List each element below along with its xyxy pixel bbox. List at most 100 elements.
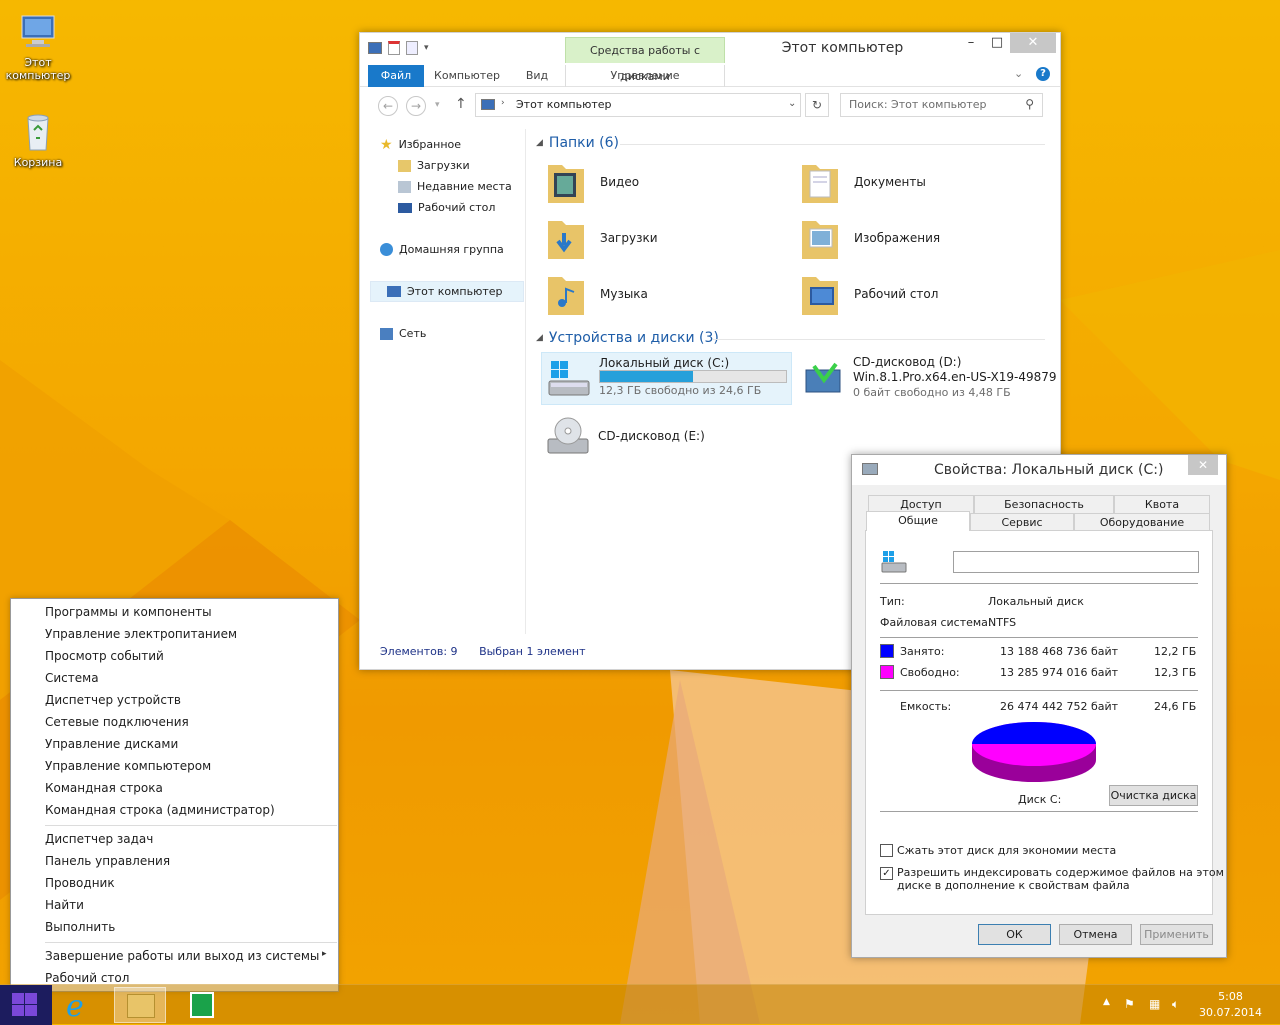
taskbar-file-explorer[interactable]	[114, 987, 166, 1023]
menu-item-system[interactable]: Система	[45, 667, 99, 689]
volume-name-input[interactable]	[953, 551, 1199, 573]
folder-label: Видео	[600, 175, 640, 189]
menu-item-control-panel[interactable]: Панель управления	[45, 850, 170, 872]
menu-item-command-prompt[interactable]: Командная строка	[45, 777, 163, 799]
tab-general[interactable]: Общие	[866, 511, 970, 531]
menu-item-command-prompt-admin[interactable]: Командная строка (администратор)	[45, 799, 275, 821]
properties-icon[interactable]	[388, 41, 400, 55]
submenu-arrow-icon: ▸	[322, 949, 327, 959]
taskbar-store[interactable]	[176, 987, 228, 1023]
music-folder-icon	[548, 277, 584, 315]
forward-button[interactable]: →	[406, 96, 426, 116]
recent-places-icon	[398, 180, 411, 193]
downloads-icon	[398, 159, 411, 172]
tab-service[interactable]: Сервис	[970, 513, 1074, 531]
folders-group-header[interactable]: ◢ Папки (6)	[536, 133, 619, 153]
tab-computer[interactable]: Компьютер	[430, 65, 504, 87]
ok-button[interactable]: ОК	[978, 924, 1051, 945]
network-icon[interactable]: ▦	[1149, 997, 1160, 1011]
recent-locations-icon[interactable]: ▾	[435, 100, 440, 110]
breadcrumb-chevron-icon[interactable]: ›	[501, 98, 505, 108]
free-bytes: 13 285 974 016 байт	[1000, 666, 1119, 679]
tab-file[interactable]: Файл	[368, 65, 424, 87]
nav-label: Избранное	[398, 138, 462, 151]
desktop-icon-recycle-bin[interactable]: Корзина	[0, 110, 76, 169]
menu-item-device-manager[interactable]: Диспетчер устройств	[45, 689, 181, 711]
show-hidden-icons[interactable]: ▲	[1103, 997, 1110, 1007]
nav-item-downloads[interactable]: Загрузки	[398, 155, 470, 176]
tab-view[interactable]: Вид	[514, 65, 560, 87]
folder-pictures[interactable]: Изображения	[800, 215, 940, 261]
drive-e[interactable]: CD-дисковод (E:)	[541, 411, 792, 461]
apply-button[interactable]: Применить	[1140, 924, 1213, 945]
nav-item-recent[interactable]: Недавние места	[398, 176, 512, 197]
nav-item-favorites[interactable]: ★ Избранное	[380, 134, 461, 155]
menu-item-event-viewer[interactable]: Просмотр событий	[45, 645, 164, 667]
search-icon[interactable]: ⚲	[1025, 97, 1034, 111]
menu-item-explorer[interactable]: Проводник	[45, 872, 115, 894]
folder-downloads[interactable]: Загрузки	[546, 215, 658, 261]
menu-item-power[interactable]: Управление электропитанием	[45, 623, 237, 645]
cancel-button[interactable]: Отмена	[1059, 924, 1132, 945]
close-button[interactable]: ✕	[1188, 455, 1218, 475]
drive-d[interactable]: CD-дисковод (D:) Win.8.1.Pro.x64.en-US-X…	[796, 352, 1057, 405]
pc-icon[interactable]	[368, 42, 382, 54]
tab-security[interactable]: Безопасность	[974, 495, 1114, 513]
folder-documents[interactable]: Документы	[800, 159, 926, 205]
tab-quota[interactable]: Квота	[1114, 495, 1210, 513]
navigation-pane: ★ Избранное Загрузки Недавние места Рабоч…	[368, 129, 526, 634]
help-icon[interactable]: ?	[1036, 67, 1050, 81]
nav-item-homegroup[interactable]: Домашняя группа	[380, 239, 504, 260]
nav-item-this-pc[interactable]: Этот компьютер	[370, 281, 524, 302]
properties-dialog[interactable]: Свойства: Локальный диск (C:) ✕ Доступ Б…	[851, 454, 1227, 958]
close-button[interactable]: ✕	[1010, 33, 1056, 53]
index-checkbox[interactable]: ✓	[880, 867, 893, 880]
clock[interactable]: 5:08 30.07.2014	[1199, 989, 1262, 1021]
nav-label: Сеть	[399, 327, 427, 340]
drive-volume-label: Win.8.1.Pro.x64.en-US-X19-49879	[853, 370, 1057, 384]
title-bar[interactable]: ▾ Средства работы с дисками Этот компьют…	[360, 33, 1060, 83]
menu-item-run[interactable]: Выполнить	[45, 916, 115, 938]
dialog-title-bar[interactable]: Свойства: Локальный диск (C:) ✕	[852, 455, 1226, 485]
qat-dropdown-icon[interactable]: ▾	[424, 43, 429, 53]
drive-c[interactable]: Локальный диск (C:) 12,3 ГБ свободно из …	[541, 352, 792, 405]
back-button[interactable]: ←	[378, 96, 398, 116]
nav-item-network[interactable]: Сеть	[380, 323, 426, 344]
refresh-button[interactable]: ↻	[805, 93, 829, 117]
clock-date: 30.07.2014	[1199, 1006, 1262, 1019]
address-bar[interactable]: › Этот компьютер ⌄	[475, 93, 801, 117]
ribbon-expand-icon[interactable]: ⌄	[1014, 67, 1023, 80]
nav-item-desktop[interactable]: Рабочий стол	[398, 197, 495, 218]
drive-name: CD-дисковод (D:)	[853, 355, 962, 369]
up-button[interactable]: ↑	[455, 96, 467, 112]
menu-item-network-connections[interactable]: Сетевые подключения	[45, 711, 189, 733]
start-button[interactable]	[0, 985, 52, 1025]
menu-item-computer-management[interactable]: Управление компьютером	[45, 755, 211, 777]
menu-item-shutdown[interactable]: Завершение работы или выход из системы	[45, 945, 319, 967]
address-dropdown-icon[interactable]: ⌄	[788, 98, 796, 109]
tab-hardware[interactable]: Оборудование	[1074, 513, 1210, 531]
pc-icon	[387, 286, 401, 297]
volume-icon[interactable]: 🔈︎	[1172, 997, 1179, 1012]
action-center-flag-icon[interactable]: ⚑	[1124, 997, 1135, 1011]
menu-item-search[interactable]: Найти	[45, 894, 84, 916]
menu-item-disk-management[interactable]: Управление дисками	[45, 733, 178, 755]
free-gb: 12,3 ГБ	[1154, 666, 1197, 679]
maximize-button[interactable]: □	[982, 33, 1012, 53]
drive-free-space: 0 байт свободно из 4,48 ГБ	[853, 386, 1011, 399]
menu-item-programs[interactable]: Программы и компоненты	[45, 601, 212, 623]
disk-cleanup-button[interactable]: Очистка диска	[1109, 785, 1198, 806]
tab-manage[interactable]: Управление	[565, 65, 725, 87]
desktop-icon-this-pc[interactable]: Этот компьютер	[0, 10, 76, 82]
compress-checkbox[interactable]	[880, 844, 893, 857]
drives-group-header[interactable]: ◢ Устройства и диски (3)	[536, 328, 719, 348]
taskbar-internet-explorer[interactable]: e	[56, 987, 108, 1024]
menu-item-task-manager[interactable]: Диспетчер задач	[45, 828, 153, 850]
new-folder-icon[interactable]	[406, 41, 418, 55]
cd-drive-icon	[805, 362, 841, 393]
drive-usage-fill	[600, 371, 693, 382]
search-input[interactable]: Поиск: Этот компьютер ⚲	[840, 93, 1043, 117]
folder-videos[interactable]: Видео	[546, 159, 639, 205]
folder-desktop[interactable]: Рабочий стол	[800, 271, 938, 317]
folder-music[interactable]: Музыка	[546, 271, 648, 317]
